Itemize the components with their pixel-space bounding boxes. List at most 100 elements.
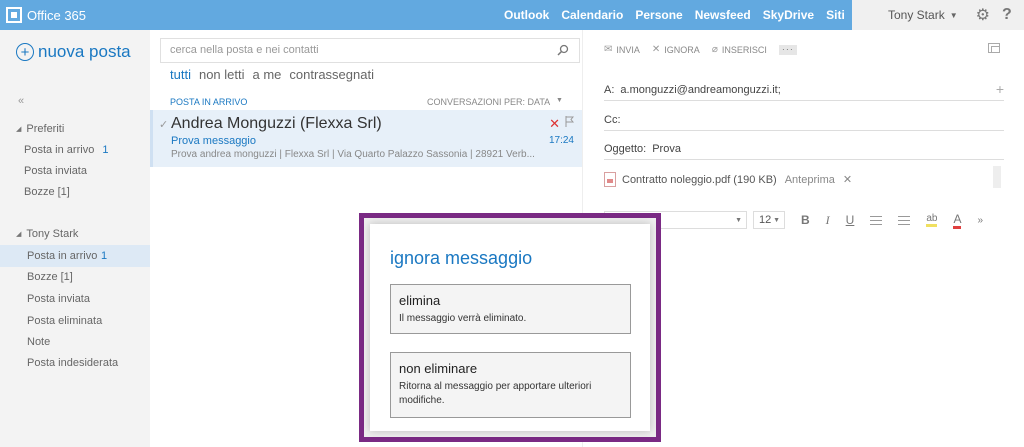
search-box[interactable]: cerca nella posta e nei contatti (160, 38, 580, 63)
send-button[interactable]: ✉ INVIA (604, 44, 640, 55)
fav-item-drafts[interactable]: Bozze [1] (24, 186, 70, 198)
bullet-list-icon[interactable] (870, 215, 883, 226)
account-header[interactable]: ◢ Tony Stark (16, 228, 78, 240)
to-value: a.monguzzi@andreamonguzzi.it; (620, 84, 781, 96)
nav-skydrive[interactable]: SkyDrive (763, 8, 814, 22)
message-sender: Andrea Monguzzi (Flexxa Srl) (171, 115, 382, 132)
underline-icon[interactable]: U (846, 213, 855, 227)
keep-option-button[interactable]: non eliminare Ritorna al messaggio per a… (390, 352, 631, 418)
search-input[interactable]: cerca nella posta e nei contatti (170, 44, 319, 56)
subject-value: Prova (652, 143, 681, 155)
favorites-header[interactable]: ◢ Preferiti (16, 123, 64, 135)
new-mail-label: nuova posta (38, 42, 131, 61)
attachment[interactable]: Contratto noleggio.pdf (190 KB) Anteprim… (604, 172, 852, 187)
scrollbar[interactable] (993, 166, 1001, 188)
cc-label: Cc: (604, 114, 621, 126)
discard-label: IGNORA (664, 44, 700, 55)
brand[interactable]: Office 365 (6, 6, 86, 24)
nav-outlook[interactable]: Outlook (504, 8, 549, 22)
paperclip-icon: ⌀ (711, 44, 718, 55)
folder-item-junk[interactable]: Posta indesiderata (27, 357, 118, 369)
option-desc: Ritorna al messaggio per apportare ulter… (399, 381, 592, 406)
cc-field[interactable]: Cc: (604, 114, 1004, 131)
fav-item-inbox[interactable]: Posta in arrivo 1 (24, 144, 108, 156)
triangle-icon: ◢ (16, 126, 22, 133)
gear-icon[interactable]: ⚙ (976, 5, 990, 25)
flag-icon[interactable] (565, 116, 574, 127)
popout-icon[interactable] (988, 43, 1000, 53)
user-area: Tony Stark ▼ ⚙ ? (852, 0, 1024, 30)
collapse-pane-icon[interactable]: « (18, 95, 24, 107)
delete-option-button[interactable]: elimina Il messaggio verrà eliminato. (390, 284, 631, 334)
send-label: INVIA (616, 44, 640, 55)
sort-by-dropdown[interactable]: CONVERSAZIONI PER: DATA (427, 97, 550, 107)
more-options-icon[interactable]: ··· (778, 44, 797, 55)
plus-circle-icon: + (16, 43, 34, 61)
new-mail-button[interactable]: + nuova posta (16, 42, 131, 62)
message-time: 17:24 (548, 135, 574, 146)
folder-item-deleted[interactable]: Posta eliminata (27, 315, 102, 327)
chevron-down-icon[interactable]: ▼ (950, 11, 958, 20)
subject-field[interactable]: Oggetto: Prova (604, 143, 1004, 160)
bold-icon[interactable]: B (801, 213, 810, 227)
folder-item-drafts[interactable]: Bozze [1] (27, 271, 73, 283)
delete-icon[interactable]: ✕ (549, 116, 560, 132)
filter-unread[interactable]: non letti (199, 67, 245, 82)
favorites-label: Preferiti (26, 123, 65, 135)
folder-item-notes[interactable]: Note (27, 336, 50, 348)
to-field[interactable]: A: a.monguzzi@andreamonguzzi.it; + (604, 81, 1004, 101)
message-preview: Prova andrea monguzzi | Flexxa Srl | Via… (171, 149, 535, 160)
more-format-icon[interactable]: » (977, 215, 983, 226)
help-icon[interactable]: ? (1002, 6, 1012, 24)
account-label: Tony Stark (26, 228, 79, 240)
nav-calendario[interactable]: Calendario (561, 8, 623, 22)
nav-newsfeed[interactable]: Newsfeed (695, 8, 751, 22)
remove-attachment-icon[interactable]: ✕ (843, 173, 852, 186)
message-subject: Prova messaggio (171, 135, 256, 147)
user-menu[interactable]: Tony Stark (888, 8, 945, 22)
discard-button[interactable]: ✕ IGNORA (652, 44, 700, 55)
message-list-item[interactable]: ✓ Andrea Monguzzi (Flexxa Srl) Prova mes… (150, 110, 582, 167)
add-recipient-icon[interactable]: + (996, 81, 1004, 97)
attachment-preview-link[interactable]: Anteprima (785, 174, 835, 186)
discard-dialog: ignora messaggio elimina Il messaggio ve… (370, 224, 650, 431)
brand-name: Office 365 (27, 7, 87, 23)
option-desc: Il messaggio verrà eliminato. (399, 313, 527, 324)
font-size-value: 12 (759, 214, 772, 226)
app-nav: Outlook Calendario Persone Newsfeed SkyD… (504, 0, 884, 30)
subject-label: Oggetto: (604, 143, 647, 155)
chevron-down-icon: ▼ (735, 217, 742, 224)
numbered-list-icon[interactable] (898, 215, 911, 226)
italic-icon[interactable]: I (826, 213, 830, 228)
filter-flagged[interactable]: contrassegnati (289, 67, 374, 82)
folder-pane: + nuova posta « ◢ Preferiti Posta in arr… (0, 30, 150, 447)
folder-item-inbox[interactable]: Posta in arrivo 1 (0, 245, 150, 267)
fav-item-sent[interactable]: Posta inviata (24, 165, 87, 177)
office-logo-icon (6, 7, 22, 23)
folder-label: Posta in arrivo (27, 250, 98, 262)
option-title: elimina (399, 293, 441, 308)
unread-count: 1 (102, 144, 109, 156)
dialog-frame: ignora messaggio elimina Il messaggio ve… (359, 213, 661, 442)
search-icon[interactable] (557, 44, 569, 56)
chevron-down-icon: ▼ (773, 217, 780, 224)
insert-button[interactable]: ⌀ INSERISCI (712, 44, 767, 55)
unread-count: 1 (101, 250, 108, 262)
filter-to-me[interactable]: a me (253, 67, 282, 82)
compose-toolbar: ✉ INVIA ✕ IGNORA ⌀ INSERISCI ··· (604, 44, 797, 55)
font-color-icon[interactable]: A (953, 212, 962, 229)
send-icon: ✉ (604, 44, 613, 55)
highlight-icon[interactable]: ab (926, 213, 938, 227)
checkmark-icon[interactable]: ✓ (159, 118, 168, 131)
nav-siti[interactable]: Siti (826, 8, 845, 22)
triangle-icon: ◢ (16, 231, 22, 238)
folder-item-sent[interactable]: Posta inviata (27, 293, 90, 305)
chevron-down-icon[interactable]: ▼ (556, 97, 563, 104)
folder-label: Bozze [1] (24, 186, 70, 198)
folder-label: Posta in arrivo (24, 144, 95, 156)
close-icon: ✕ (651, 44, 661, 55)
to-label: A: (604, 84, 615, 96)
nav-persone[interactable]: Persone (635, 8, 682, 22)
font-size-select[interactable]: 12 ▼ (753, 211, 785, 229)
filter-all[interactable]: tutti (170, 67, 191, 82)
